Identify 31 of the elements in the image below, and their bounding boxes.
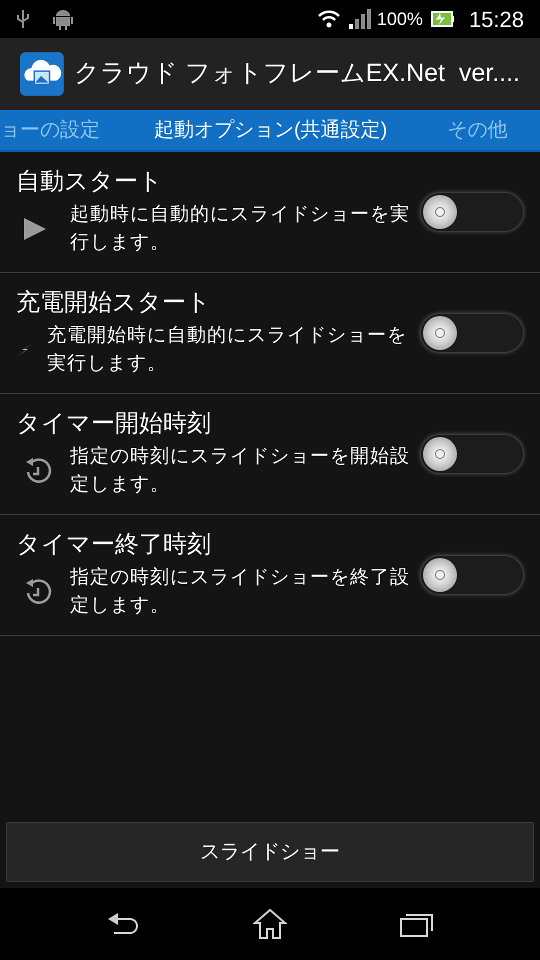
clock-time: 15:28 bbox=[468, 6, 524, 34]
tab[interactable]: その他 bbox=[447, 115, 508, 145]
slideshow-button[interactable]: スライドショー bbox=[6, 822, 534, 882]
app-title: クラウド フォトフレームEX.Net ver.... bbox=[74, 58, 520, 90]
battery-charging-icon bbox=[430, 10, 455, 28]
signal-icon bbox=[348, 9, 371, 29]
wifi-icon bbox=[316, 9, 341, 29]
usb-icon bbox=[16, 8, 30, 30]
clock-icon bbox=[24, 456, 52, 486]
setting-description: 充電開始時に自動的にスライドショーを実行します。 bbox=[47, 324, 408, 376]
setting-title: 充電開始スタート bbox=[16, 288, 212, 318]
toggle-switch[interactable] bbox=[420, 313, 524, 353]
setting-title: タイマー開始時刻 bbox=[16, 409, 212, 439]
recent-apps-icon[interactable] bbox=[400, 911, 434, 937]
clock-icon bbox=[24, 577, 52, 607]
setting-title: タイマー終了時刻 bbox=[16, 530, 212, 560]
toggle-switch[interactable] bbox=[420, 192, 524, 232]
setting-description: 指定の時刻にスライドショーを開始設定します。 bbox=[70, 445, 411, 497]
tab[interactable]: ョーの設定 bbox=[0, 115, 100, 145]
tab[interactable]: 起動オプション(共通設定) bbox=[154, 115, 388, 145]
setting-title: 自動スタート bbox=[16, 167, 164, 197]
android-robot-icon bbox=[52, 7, 74, 31]
app-logo-icon bbox=[20, 51, 64, 97]
toggle-switch[interactable] bbox=[420, 434, 524, 474]
toggle-switch[interactable] bbox=[420, 555, 524, 595]
home-icon[interactable] bbox=[252, 908, 287, 940]
play-icon bbox=[22, 216, 48, 242]
setting-description: 起動時に自動的にスライドショーを実行します。 bbox=[70, 203, 411, 255]
setting-description: 指定の時刻にスライドショーを終了設定します。 bbox=[70, 566, 411, 618]
battery-percent: 100% bbox=[376, 8, 423, 30]
back-icon[interactable] bbox=[106, 911, 140, 937]
